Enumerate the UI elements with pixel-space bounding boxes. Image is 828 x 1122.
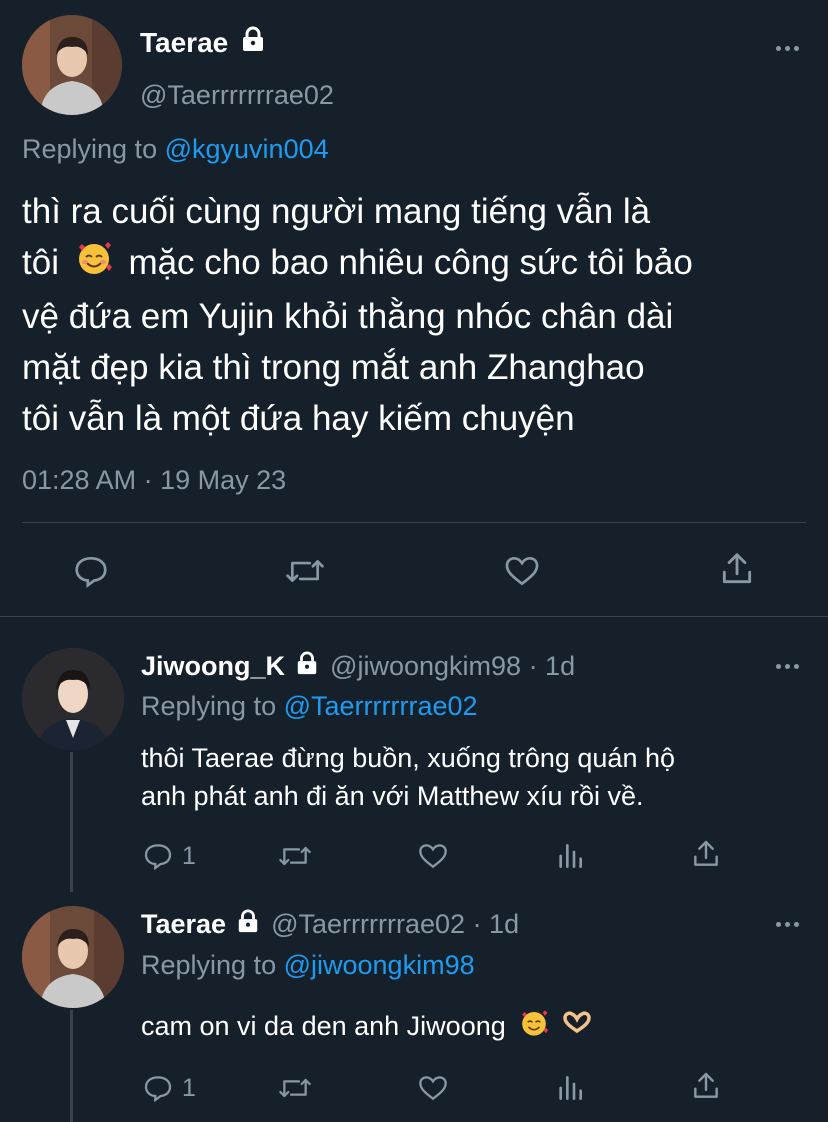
share-button[interactable]: [690, 838, 722, 870]
reply-time[interactable]: · 1d: [473, 909, 520, 939]
tweet-text-line: thì ra cuối cùng người mang tiếng vẫn là: [22, 192, 651, 231]
heart-icon: [419, 1076, 447, 1101]
retweet-button[interactable]: [284, 552, 326, 590]
like-button[interactable]: [416, 840, 450, 872]
heart-icon: [505, 556, 539, 586]
retweet-icon: [279, 1078, 311, 1098]
reply-count: 1: [182, 841, 196, 870]
tweet-text-line: vệ đứa em Yujin khỏi thằng nhóc chân dài: [22, 296, 674, 336]
analytics-button[interactable]: [556, 1072, 584, 1104]
replying-to-link[interactable]: @Taerrrrrrrae02: [284, 691, 478, 721]
reply-header: Taerae @Taerrrrrrrae02 · 1d: [141, 909, 519, 940]
reply-icon: [75, 556, 107, 588]
thread-line: [70, 1010, 73, 1122]
reply-text: cam on vi da den anh Jiwoong: [141, 1007, 593, 1048]
more-options-icon[interactable]: [776, 922, 799, 927]
replying-to-line: Replying to @kgyuvin004: [22, 134, 329, 165]
replying-to-line: Replying to @jiwoongkim98: [141, 950, 475, 981]
tweet-text-line: mặt đẹp kia thì trong mắt anh Zhanghao: [22, 347, 645, 387]
reply-text-line: anh phát anh đi ăn với Matthew xíu rồi v…: [141, 781, 644, 811]
author-display-name[interactable]: Taerae: [141, 909, 226, 939]
replying-to-link[interactable]: @kgyuvin004: [165, 134, 329, 164]
tweet-text-line: tôi mặc cho bao nhiêu công sức tôi bảo: [22, 237, 822, 291]
tweet-timestamp[interactable]: 01:28 AM · 19 May 23: [22, 465, 286, 496]
reply-text: thôi Taerae đừng buồn, xuống trông quán …: [141, 739, 675, 815]
replying-prefix: Replying to: [141, 950, 277, 980]
heart-icon: [419, 844, 447, 869]
avatar[interactable]: [22, 15, 122, 115]
reply-icon: [144, 1076, 172, 1103]
tweet-text-fragment: mặc cho bao nhiêu công sức tôi bảo: [128, 243, 693, 282]
share-button[interactable]: [690, 1070, 722, 1102]
share-button[interactable]: [718, 550, 756, 588]
reply-time[interactable]: · 1d: [529, 651, 576, 681]
retweet-button[interactable]: [277, 840, 313, 872]
replying-to-link[interactable]: @jiwoongkim98: [284, 950, 475, 980]
replying-to-line: Replying to @Taerrrrrrrae02: [141, 691, 478, 722]
more-options-icon[interactable]: [776, 46, 799, 51]
replying-prefix: Replying to: [22, 134, 158, 164]
retweet-icon: [279, 846, 311, 866]
divider: [0, 616, 828, 617]
author-handle[interactable]: @Taerrrrrrrae02: [271, 909, 465, 939]
reply-button[interactable]: 1: [142, 1072, 196, 1104]
smiling-face-with-hearts-emoji-icon: [75, 239, 113, 291]
replying-prefix: Replying to: [141, 691, 277, 721]
share-icon: [694, 1072, 718, 1098]
reply-text-line: cam on vi da den anh Jiwoong: [141, 1011, 506, 1041]
share-icon: [722, 553, 752, 584]
author-handle[interactable]: @Taerrrrrrrae02: [140, 80, 334, 111]
lock-icon: [236, 909, 260, 940]
lock-icon: [295, 651, 319, 682]
more-options-icon[interactable]: [776, 664, 799, 669]
heart-hands-emoji-icon: [561, 1009, 593, 1047]
reply-text-line: thôi Taerae đừng buồn, xuống trông quán …: [141, 743, 676, 773]
smiling-face-with-hearts-emoji-icon: [519, 1008, 549, 1048]
tweet-text: thì ra cuối cùng người mang tiếng vẫn là…: [22, 186, 822, 444]
like-button[interactable]: [502, 552, 542, 590]
analytics-icon: [559, 844, 582, 868]
lock-icon: [240, 26, 266, 59]
avatar[interactable]: [22, 648, 124, 750]
author-name[interactable]: Taerae: [140, 26, 266, 59]
tweet-text-line: tôi vẫn là một đứa hay kiếm chuyện: [22, 398, 575, 438]
author-handle[interactable]: @jiwoongkim98: [330, 651, 521, 681]
reply-count: 1: [182, 1073, 196, 1102]
reply-button[interactable]: 1: [142, 840, 196, 872]
avatar[interactable]: [22, 906, 124, 1008]
thread-line: [70, 752, 73, 892]
analytics-icon: [559, 1076, 582, 1100]
retweet-button[interactable]: [277, 1072, 313, 1104]
tweet-text-fragment: tôi: [22, 243, 59, 282]
share-icon: [694, 840, 718, 866]
author-display-name[interactable]: Taerae: [140, 27, 228, 58]
reply-header: Jiwoong_K @jiwoongkim98 · 1d: [141, 651, 575, 682]
like-button[interactable]: [416, 1072, 450, 1104]
reply-icon: [144, 844, 172, 871]
reply-button[interactable]: [72, 552, 110, 590]
divider: [22, 522, 806, 523]
author-display-name[interactable]: Jiwoong_K: [141, 651, 285, 681]
retweet-icon: [286, 560, 324, 582]
analytics-button[interactable]: [556, 840, 584, 872]
